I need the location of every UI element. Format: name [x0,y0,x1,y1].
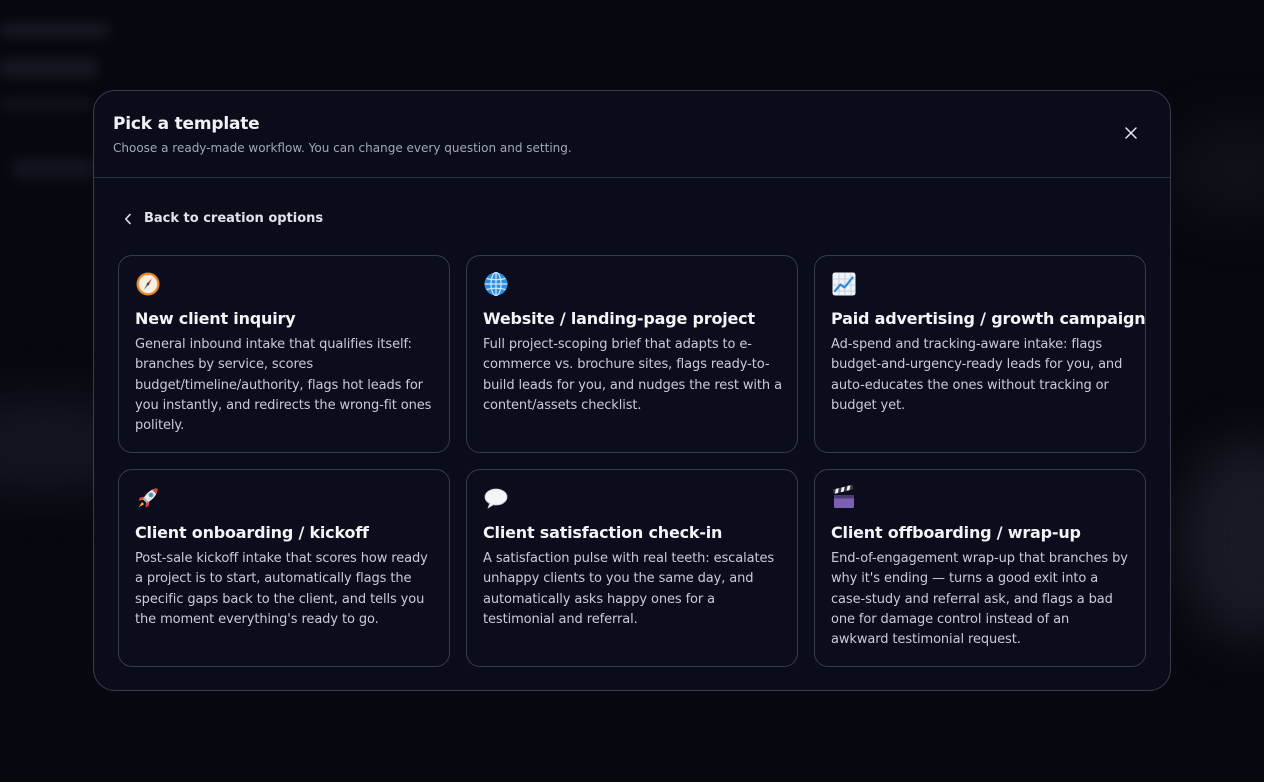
template-card-website-landing-page-project[interactable]: Website / landing-page project Full proj… [466,255,798,453]
speech-bubble-icon [484,488,508,509]
clapperboard-icon [832,485,854,508]
template-description: General inbound intake that qualifies it… [135,337,432,434]
template-title: Client offboarding / wrap-up [831,523,1081,542]
background-glow [1170,120,1264,220]
background-blur-text [12,158,94,180]
modal-header: Pick a template Choose a ready-made work… [94,91,1170,178]
modal-subtitle: Choose a ready-made workflow. You can ch… [113,141,572,155]
template-description: End-of-engagement wrap-up that branches … [831,551,1128,648]
template-description: A satisfaction pulse with real teeth: es… [483,551,775,627]
background-blur-text [0,58,98,78]
background-blur-text [0,22,110,38]
modal-title: Pick a template [113,114,260,134]
template-card-new-client-inquiry[interactable]: New client inquiry General inbound intak… [118,255,450,453]
background-blur-text [0,98,92,110]
background-glow [1180,440,1264,640]
template-picker-modal: Pick a template Choose a ready-made work… [93,90,1171,691]
close-icon [1125,127,1137,139]
rocket-icon [138,488,158,508]
close-button[interactable] [1122,124,1140,142]
template-card-paid-advertising-growth-campaign[interactable]: Paid advertising / growth campaign Ad-sp… [814,255,1146,453]
template-description: Ad-spend and tracking-aware intake: flag… [831,337,1123,413]
template-grid: New client inquiry General inbound intak… [118,255,1148,667]
template-title: New client inquiry [135,309,296,328]
back-to-creation-options-link[interactable]: Back to creation options [124,211,323,226]
template-card-client-offboarding-wrap-up[interactable]: Client offboarding / wrap-up End-of-enga… [814,469,1146,667]
back-link-label: Back to creation options [144,211,324,226]
compass-icon [136,272,160,296]
globe-icon [484,271,508,297]
template-title: Client satisfaction check-in [483,523,723,542]
template-card-client-satisfaction-check-in[interactable]: Client satisfaction check-in A satisfact… [466,469,798,667]
chevron-left-icon [125,213,131,224]
template-title: Website / landing-page project [483,309,755,328]
template-description: Post-sale kickoff intake that scores how… [135,551,428,627]
template-description: Full project-scoping brief that adapts t… [483,337,782,413]
template-title: Paid advertising / growth campaign [831,309,1146,328]
template-title: Client onboarding / kickoff [135,523,369,542]
chart-increasing-icon [832,272,856,296]
template-card-client-onboarding-kickoff[interactable]: Client onboarding / kickoff Post-sale ki… [118,469,450,667]
